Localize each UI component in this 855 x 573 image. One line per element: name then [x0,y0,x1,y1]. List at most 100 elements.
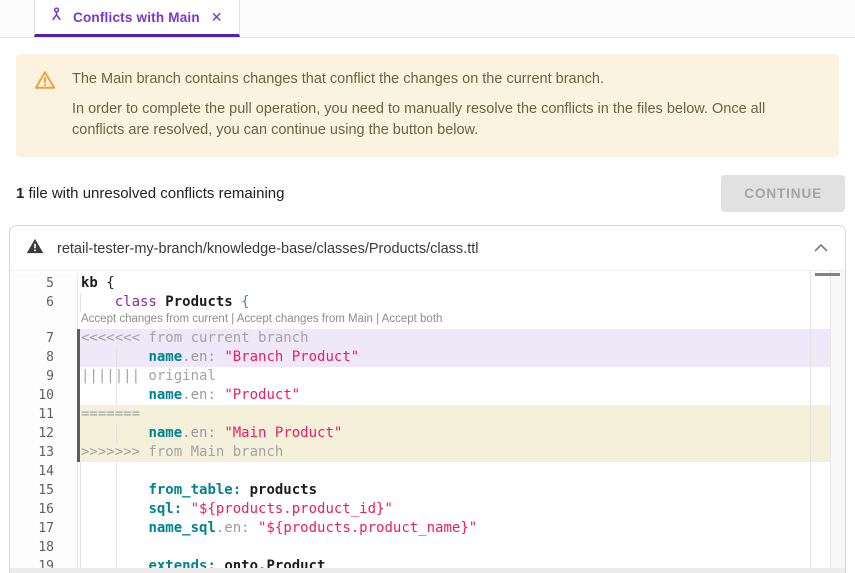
indent-guide [80,519,81,539]
code-line-content[interactable]: sql: "${products.product_id}" [78,500,830,520]
indent-guide [116,462,117,482]
codelens-separator: | [228,313,237,326]
line-number: 9 [10,367,78,387]
line-number: 16 [10,500,78,520]
conflict-status-label: file with unresolved conflicts remaining [24,185,285,203]
code-line-content[interactable]: name.en: "Branch Product" [77,348,830,368]
indent-guide [116,424,117,444]
tab-bar: Conflicts with Main ✕ [0,0,855,38]
code-token: kb [81,275,107,292]
code-line-content[interactable]: name.en: "Main Product" [77,424,830,444]
line-number: 13 [10,443,78,463]
code-line-content[interactable] [78,462,830,482]
code-line: 17 name_sql.en: "${products.product_name… [10,519,845,539]
continue-button[interactable]: CONTINUE [721,175,845,213]
code-line-content[interactable]: ||||||| original [77,367,830,387]
conflict-region-bar [77,348,80,368]
code-line: 12 name.en: "Main Product" [10,424,845,444]
code-token: class [114,294,157,311]
code-line-content[interactable]: ======= [77,405,830,425]
code-line-content[interactable]: >>>>>>> from Main branch [77,443,830,463]
line-number-gutter [10,312,78,330]
code-line: 18 [10,538,845,558]
code-token: .en: [215,520,259,537]
banner-text: The Main branch contains changes that co… [72,68,821,141]
codelens-separator: | [372,313,382,326]
accept-both-link[interactable]: Accept both [382,313,443,325]
line-number: 18 [10,538,78,558]
code-token: "${products.product_name}" [258,520,478,537]
indent-guide [80,538,81,558]
indent-guide [80,500,81,520]
code-token: name [148,425,183,442]
code-line: 5 kb { [10,274,845,294]
file-panel: retail-tester-my-branch/knowledge-base/c… [9,225,846,573]
code-line: 9 ||||||| original [10,367,845,387]
banner-line1: The Main branch contains changes that co… [72,71,604,87]
merge-conflict-icon [49,7,64,27]
accept-changes-from-current-link[interactable]: Accept changes from current [81,313,228,325]
file-warning-icon [26,238,44,259]
tab-close-icon[interactable]: ✕ [209,8,225,26]
code-line-content[interactable]: <<<<<<< from current branch [77,329,830,349]
code-token: ||||||| original [81,368,216,385]
conflict-region-bar [77,329,80,349]
status-row: 1 file with unresolved conflicts remaini… [16,175,845,213]
code-line-content[interactable]: name.en: "Product" [77,386,830,406]
vertical-scrollbar[interactable] [830,271,845,569]
code-line-content[interactable] [78,538,830,558]
line-number: 17 [10,519,78,539]
code-line: 16 sql: "${products.product_id}" [10,500,845,520]
conflict-region-bar [77,405,80,425]
code-token: ======= [81,406,141,423]
conflict-codelens: Accept changes from current | Accept cha… [78,312,830,329]
code-line-content[interactable]: kb { [78,274,830,293]
code-line: 6 class Products { [10,293,845,313]
indent-guide [116,500,117,520]
code-token: .en: [182,349,225,366]
code-line-content[interactable]: class Products { [78,293,830,313]
line-number: 6 [10,293,78,313]
code-line-content[interactable]: from_table: products [78,481,830,501]
file-path: retail-tester-my-branch/knowledge-base/c… [57,240,479,257]
code-line: 7 <<<<<<< from current branch [10,329,845,349]
horizontal-scrollbar[interactable] [10,568,845,573]
code-token: { [106,275,115,292]
accept-changes-from-main-link[interactable]: Accept changes from Main [237,313,373,325]
code-token: sql: [148,501,183,518]
tab-conflicts-with-main[interactable]: Conflicts with Main ✕ [34,0,240,37]
line-number: 5 [10,274,78,294]
indent-guide [80,462,81,482]
code-editor: 5 kb {6 class Products {Accept changes fr… [10,271,845,573]
code-token: "Main Product" [224,425,343,442]
conflict-status-text: 1 file with unresolved conflicts remaini… [16,185,284,202]
code-token: >>>>>>> from Main branch [81,444,284,461]
editor-ruler [810,271,811,569]
line-number: 11 [10,405,78,425]
conflict-region-bar [77,443,80,463]
code-token: .en: [182,425,225,442]
code-line-content[interactable]: name_sql.en: "${products.product_name}" [78,519,830,539]
indent-guide [116,348,117,368]
warning-banner: The Main branch contains changes that co… [16,54,839,158]
code-rows: 5 kb {6 class Products {Accept changes fr… [10,274,845,573]
file-panel-header[interactable]: retail-tester-my-branch/knowledge-base/c… [10,226,845,272]
indent-guide [116,481,117,501]
line-number: 14 [10,462,78,482]
line-number: 8 [10,348,78,368]
banner-line2: In order to complete the pull operation,… [72,101,766,139]
collapse-chevron-icon[interactable] [813,240,829,258]
indent-guide [116,367,117,387]
line-number: 10 [10,386,78,406]
code-token: { [241,294,250,311]
code-token: name_sql [148,520,216,537]
indent-guide [80,293,81,313]
